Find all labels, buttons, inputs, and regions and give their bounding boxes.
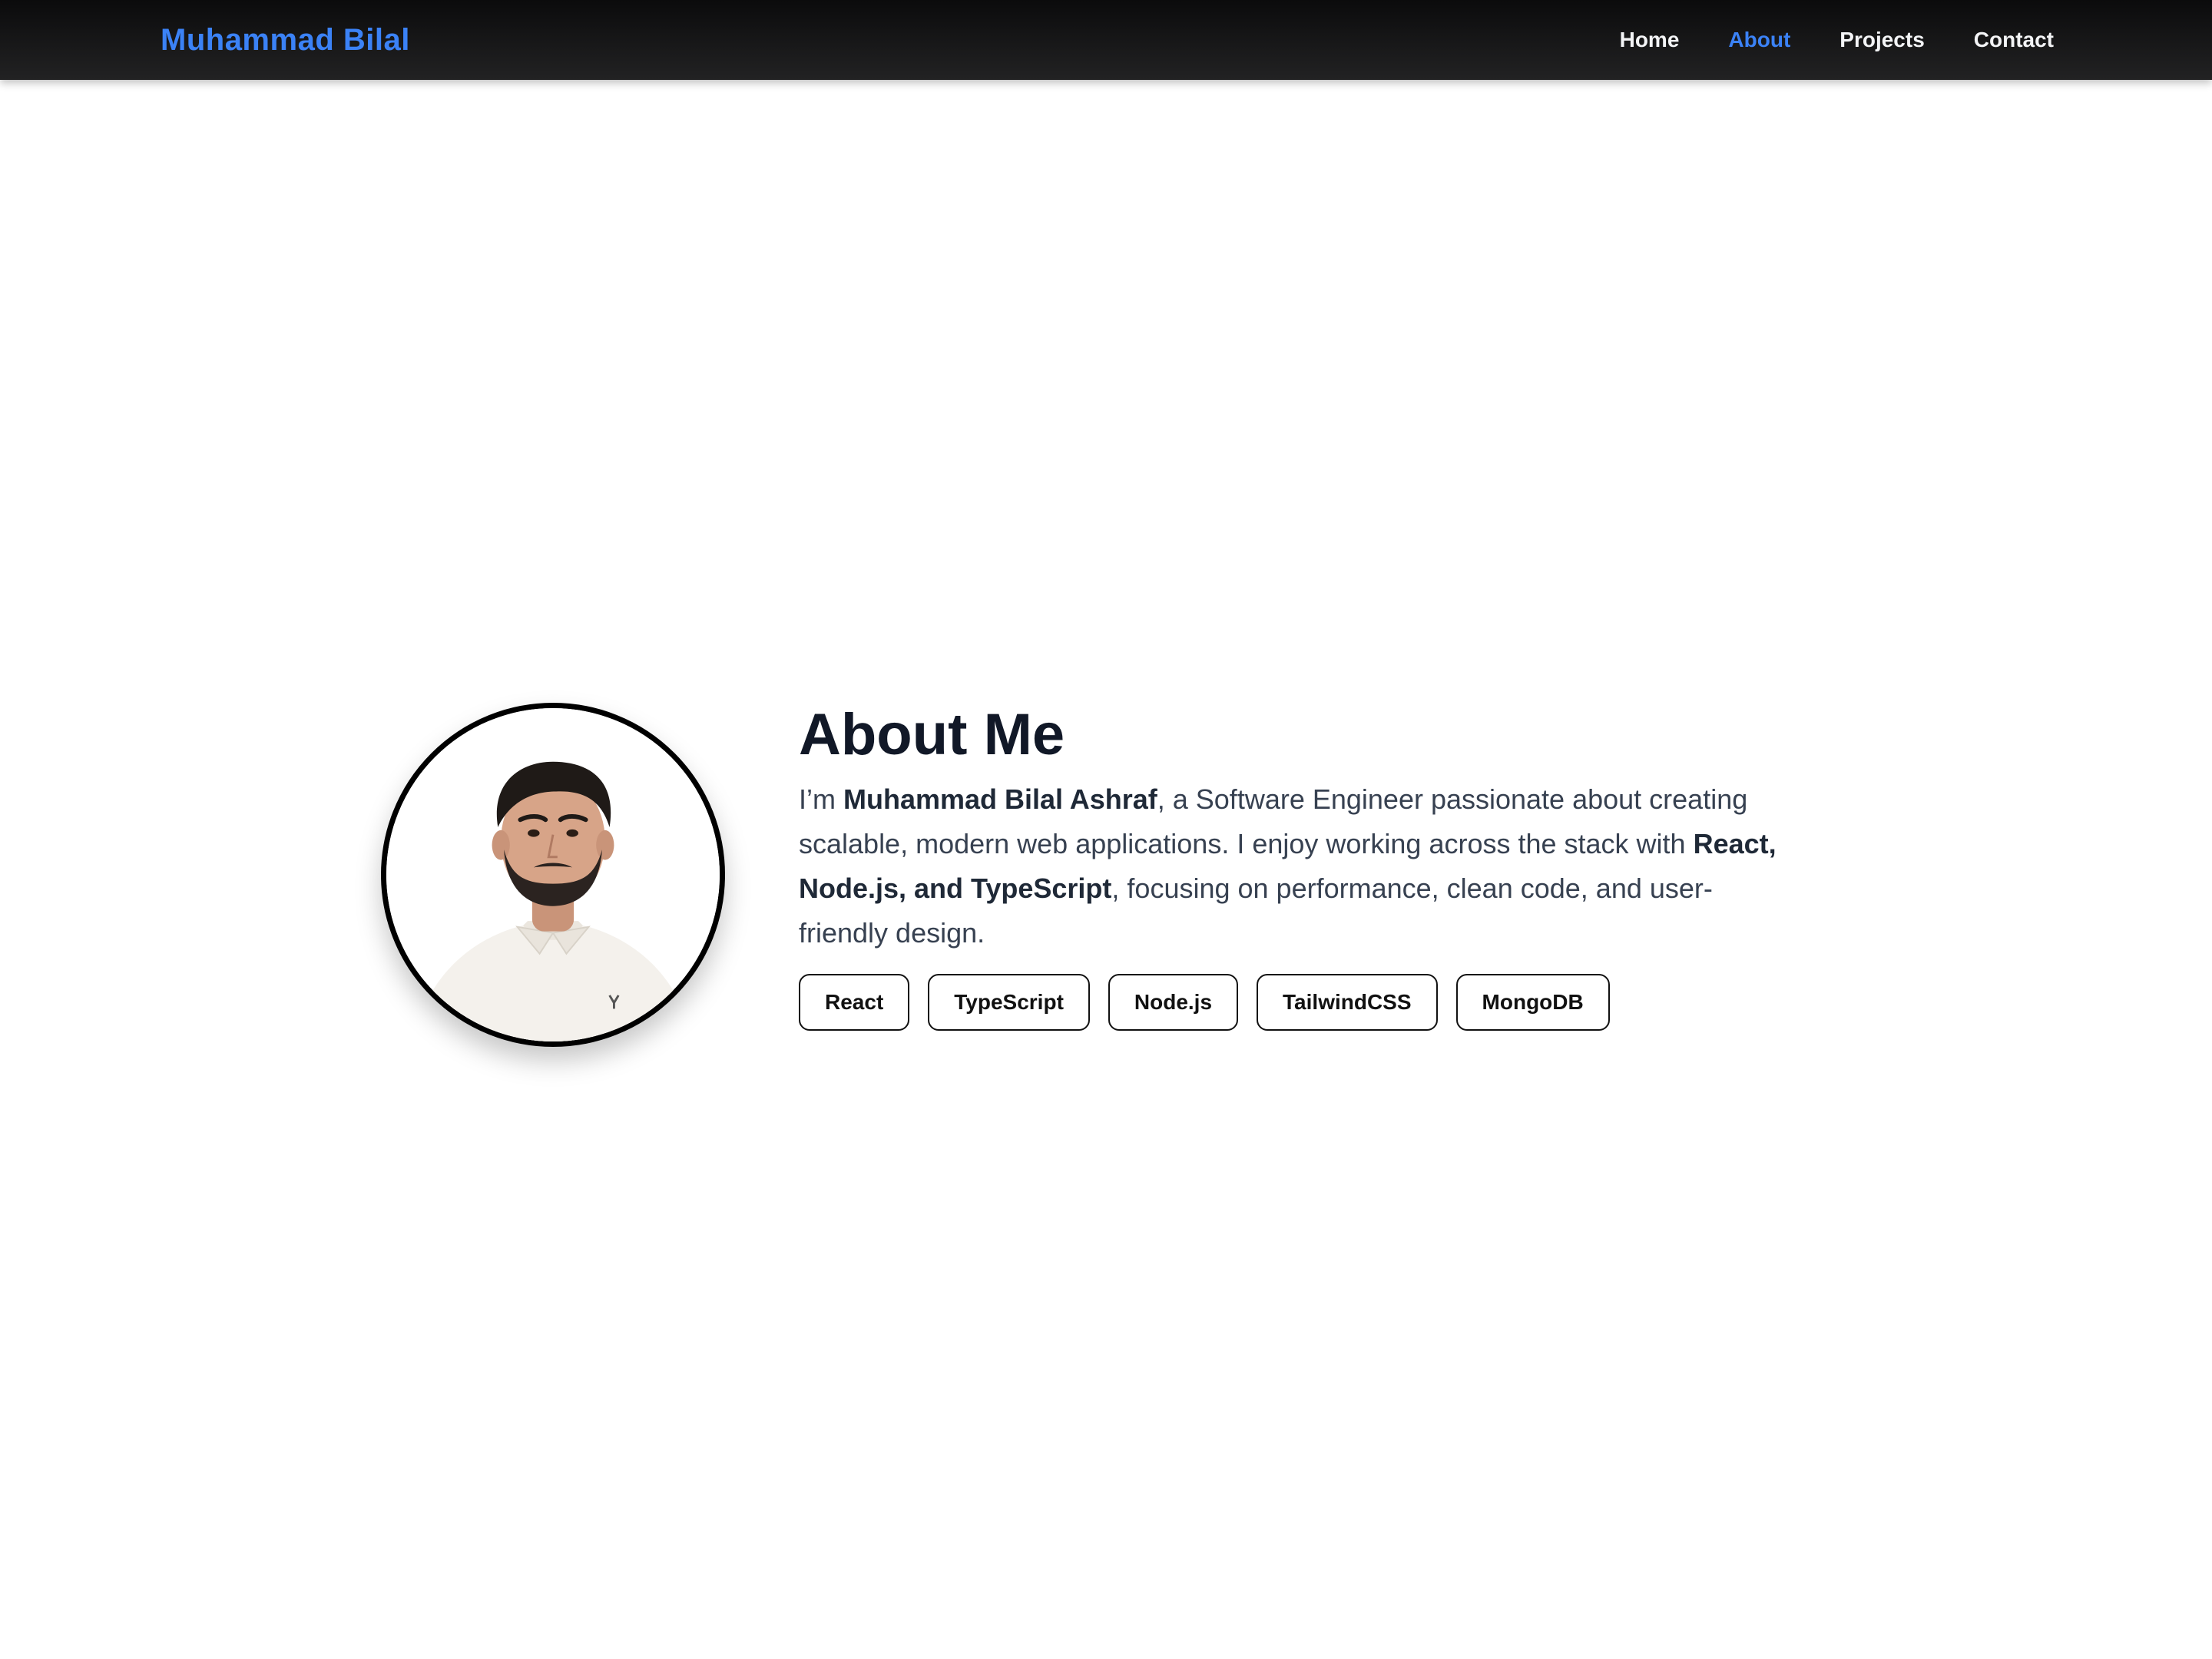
about-text-block: About Me I’m Muhammad Bilal Ashraf, a So…: [799, 702, 1797, 1031]
bio-name: Muhammad Bilal Ashraf: [843, 783, 1157, 816]
profile-avatar: [381, 703, 725, 1047]
skill-chip-typescript: TypeScript: [928, 974, 1090, 1031]
skills-list: React TypeScript Node.js TailwindCSS Mon…: [799, 974, 1797, 1031]
brand-logo-link[interactable]: Muhammad Bilal: [161, 18, 410, 61]
about-heading: About Me: [799, 702, 1065, 767]
skill-chip-tailwindcss: TailwindCSS: [1257, 974, 1438, 1031]
about-bio: I’m Muhammad Bilal Ashraf, a Software En…: [799, 777, 1797, 955]
about-section: About Me I’m Muhammad Bilal Ashraf, a So…: [381, 702, 1840, 1056]
nav-link-about[interactable]: About: [1728, 28, 1790, 52]
nav-link-home[interactable]: Home: [1620, 28, 1680, 52]
bio-text-part-1: I’m: [799, 783, 843, 816]
nav-links: Home About Projects Contact: [1620, 18, 2054, 61]
profile-photo-illustration: [386, 708, 720, 1041]
nav-link-contact[interactable]: Contact: [1974, 28, 2054, 52]
top-navbar: Muhammad Bilal Home About Projects Conta…: [0, 0, 2212, 80]
nav-link-projects[interactable]: Projects: [1839, 28, 1925, 52]
skill-chip-nodejs: Node.js: [1108, 974, 1239, 1031]
skill-chip-mongodb: MongoDB: [1455, 974, 1610, 1031]
skill-chip-react: React: [799, 974, 910, 1031]
